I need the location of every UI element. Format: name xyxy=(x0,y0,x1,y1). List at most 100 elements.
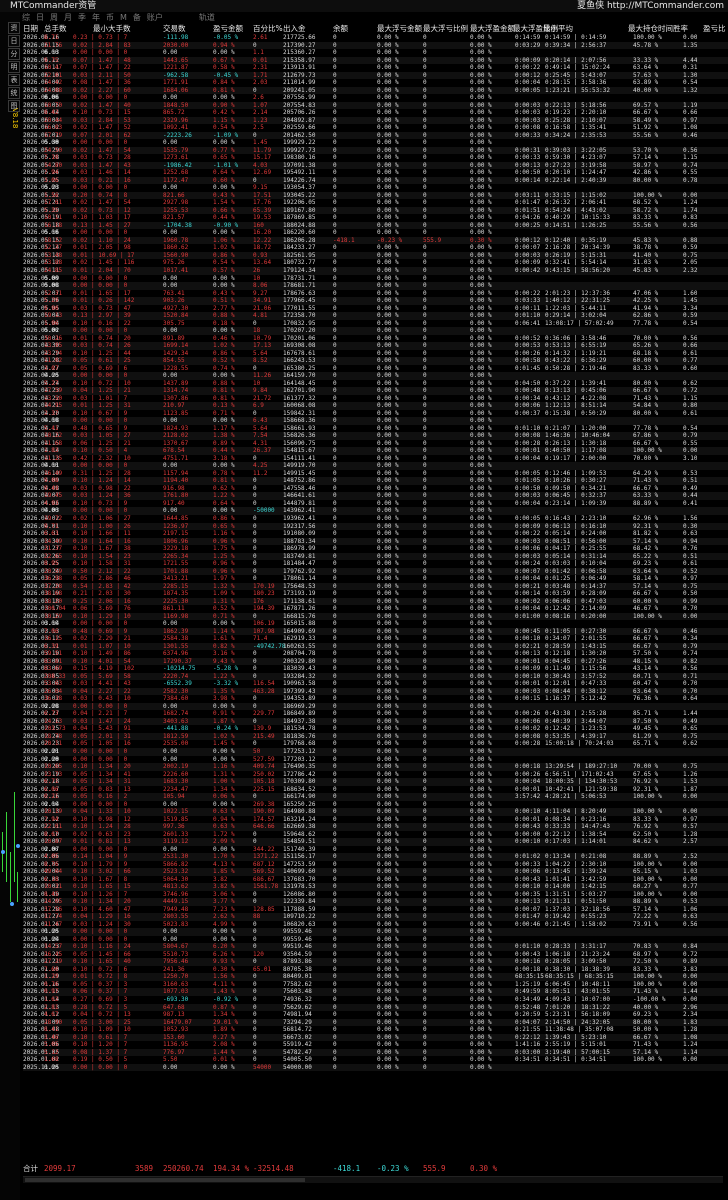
sidebar-button[interactable]: 明 xyxy=(8,61,20,73)
toolbar-item[interactable]: 月 xyxy=(64,13,72,22)
table-row[interactable]: 2026.06.13 0.00 0.00 | 0.00 | 0 0.00 0.00 % 1… xyxy=(23,49,728,57)
table-row[interactable]: 2026.02.16 0.21 0.05 | 0.16 | 2 105.94 0.06 … xyxy=(23,793,728,801)
toolbar-item[interactable]: 综 xyxy=(22,13,30,22)
table-row[interactable]: 2026.05.12 23.88 0.02 | 1.45 | 116 975.26 0.… xyxy=(23,259,728,267)
table-row[interactable]: 2026.06.08 24.08 0.02 | 2.27 | 60 1684.06 0.… xyxy=(23,86,728,95)
table-row[interactable]: 2026.03.11 6.39 0.01 | 1.07 | 10 1301.55 0.8… xyxy=(23,642,728,651)
column-header[interactable]: 最小大手数 xyxy=(93,24,131,34)
table-row[interactable]: 2026.01.16 0.76 0.05 | 0.37 | 3 3160.63 4.11… xyxy=(23,981,728,989)
table-row[interactable]: 2026.02.02 10.31 0.10 | 1.65 | 15 4813.62 3.… xyxy=(23,883,728,891)
column-header[interactable]: 胜率 xyxy=(673,24,688,34)
table-row[interactable]: 2026.03.26 22.65 0.10 | 1.54 | 23 2265.34 1.… xyxy=(23,552,728,561)
table-row[interactable]: 2026.03.17 106.04 0.06 | 3.69 | 76 861.11 0.… xyxy=(23,605,728,613)
table-row[interactable]: 2026.05.30 0.00 0.00 | 0.00 | 0 0.00 0.00 % 1… xyxy=(23,139,728,147)
table-row[interactable]: 2026.05.29 24.50 0.02 | 1.47 | 54 1535.79 0.… xyxy=(23,146,728,155)
table-row[interactable]: 2026.02.12 7.94 0.10 | 0.98 | 12 1519.85 0.9… xyxy=(23,816,728,824)
toolbar-item[interactable]: 周 xyxy=(50,13,58,22)
column-header[interactable]: 最大浮亏比例 xyxy=(423,24,468,34)
table-row[interactable]: 2026.05.11 24.85 0.01 | 2.04 | 70 1017.41 0.… xyxy=(23,266,728,275)
table-row[interactable]: 2026.04.27 3.07 0.05 | 0.69 | 6 1228.55 0.74… xyxy=(23,365,728,373)
table-row[interactable]: 2026.01.22 26.45 0.05 | 1.45 | 66 5510.73 6.… xyxy=(23,951,728,959)
column-header[interactable]: 盈亏金额 xyxy=(213,24,243,34)
table-row[interactable]: 2026.05.05 9.90 0.03 | 0.73 | 47 4927.30 2.7… xyxy=(23,305,728,313)
table-row[interactable]: 2026.05.21 17.61 0.02 | 1.47 | 54 2927.98 1.… xyxy=(23,199,728,207)
table-row[interactable]: 2026.03.31 6.63 0.10 | 1.66 | 11 2197.15 1.1… xyxy=(23,530,728,538)
table-row[interactable]: 2026.02.13 10.19 0.04 | 1.33 | 10 1022.15 0.… xyxy=(23,808,728,816)
table-row[interactable]: 2026.06.06 0.00 0.00 | 0.00 | 0 0.00 0.00 % 2… xyxy=(23,94,728,102)
table-row[interactable]: 2026.02.05 8.76 0.10 | 1.79 | 9 5866.82 4.13… xyxy=(23,861,728,869)
table-row[interactable]: 2026.05.04 1.96 0.10 | 0.16 | 22 305.75 0.18… xyxy=(23,320,728,328)
brand-link[interactable]: 夏鱼侠 http://MTCommander.com xyxy=(577,0,724,12)
table-row[interactable]: 2026.04.30 13.95 0.03 | 0.74 | 26 1699.14 1.… xyxy=(23,342,728,350)
table-row[interactable]: 2026.05.13 13.48 0.01 | 10.69 | 17 1560.90 0… xyxy=(23,251,728,260)
table-row[interactable]: 2026.03.09 83.81 0.10 | 4.01 | 54 17290.37 9… xyxy=(23,657,728,666)
table-row[interactable]: 2026.02.11 22.01 0.10 | 1.24 | 28 997.36 0.6… xyxy=(23,823,728,831)
table-row[interactable]: 2026.04.02 19.72 0.02 | 1.06 | 27 1644.85 0.… xyxy=(23,515,728,523)
table-row[interactable]: 2026.05.28 7.10 0.03 | 0.73 | 28 1273.61 0.6… xyxy=(23,154,728,162)
table-row[interactable]: 2026.04.29 23.74 0.10 | 1.25 | 44 1429.34 0.… xyxy=(23,350,728,358)
table-row[interactable]: 2026.02.21 0.00 0.00 | 0.00 | 0 0.00 0.00 % 5… xyxy=(23,747,728,756)
table-row[interactable]: 2026.01.29 24.05 0.10 | 1.34 | 20 4449.15 3.… xyxy=(23,898,728,906)
table-row[interactable]: 2026.02.09 10.87 0.01 | 0.81 | 13 3119.12 2.… xyxy=(23,838,728,846)
table-row[interactable]: 2026.03.27 21.37 0.10 | 1.67 | 38 3229.18 1.… xyxy=(23,545,728,553)
table-row[interactable]: 2026.04.25 0.00 0.00 | 0.00 | 0 0.00 0.00 % 1… xyxy=(23,372,728,380)
table-row[interactable]: 2026.01.26 21.47 0.03 | 1.24 | 30 5023.83 4.… xyxy=(23,921,728,929)
column-header[interactable]: 日期 xyxy=(23,24,38,34)
table-row[interactable]: 2026.05.02 0.00 0.00 | 0.00 | 0 0.00 0.00 % 1… xyxy=(23,327,728,335)
table-row[interactable]: 2026.05.26 7.94 0.03 | 1.46 | 14 1252.68 0.6… xyxy=(23,169,728,177)
table-row[interactable]: 2026.02.14 0.00 0.00 | 0.00 | 0 0.00 0.00 % 2… xyxy=(23,801,728,809)
table-row[interactable]: 2026.02.10 8.67 0.02 | 0.63 | 23 2601.33 1.7… xyxy=(23,831,728,839)
toolbar-item[interactable]: 轨道 xyxy=(199,13,215,22)
table-row[interactable]: 2026.01.02 1.68 0.19 | 0.50 | 5 5.50 0.01 % 0… xyxy=(23,1056,728,1064)
table-row[interactable]: 2026.04.14 1.83 0.10 | 0.50 | 4 678.54 0.44 … xyxy=(23,447,728,455)
table-row[interactable]: 2026.02.18 6.71 0.05 | 1.34 | 31 1683.30 1.0… xyxy=(23,778,728,786)
table-row[interactable]: 2026.01.19 1.29 0.01 | 0.72 | 8 1250.70 1.56… xyxy=(23,973,728,981)
table-row[interactable]: 2026.05.16 0.00 0.00 | 0.00 | 0 0.00 0.00 % 1… xyxy=(23,229,728,237)
toolbar-item[interactable]: 日 xyxy=(36,13,44,22)
table-row[interactable]: 2026.05.14 32.37 0.01 | 2.05 | 98 1860.62 1.… xyxy=(23,244,728,252)
table-row[interactable]: 2026.03.13 7.06 0.48 | 0.69 | 9 1862.39 1.14… xyxy=(23,627,728,636)
table-row[interactable]: 2026.01.28 37.56 0.10 | 4.60 | 47 7949.48 7.… xyxy=(23,906,728,914)
table-row[interactable]: 2026.05.08 0.00 0.00 | 0.00 | 0 0.00 0.00 % 8… xyxy=(23,282,728,290)
table-row[interactable]: 2026.02.06 4.05 0.14 | 1.04 | 9 2531.30 1.70… xyxy=(23,853,728,861)
table-row[interactable]: 2026.05.18 16.18 0.13 | 1.45 | 27 -1704.38-… xyxy=(23,221,728,230)
table-row[interactable]: 2026.01.14 1.62 0.27 | 0.69 | 3 -693.30 -0.9… xyxy=(23,996,728,1004)
table-row[interactable]: 2026.04.11 0.00 0.00 | 0.00 | 0 0.00 0.00 % 4… xyxy=(23,462,728,470)
table-row[interactable]: 2026.02.28 0.00 0.00 | 0.00 | 0 0.00 0.00 % 0… xyxy=(23,702,728,711)
table-row[interactable]: 2026.03.20 37.28 0.54 | 2.83 | 42 2285.15 1.… xyxy=(23,582,728,591)
table-row[interactable]: 2026.02.19 13.73 0.05 | 1.34 | 41 2226.60 1.… xyxy=(23,771,728,779)
table-row[interactable]: 2026.01.15 0.97 0.06 | 0.37 | 7 1077.03 1.43… xyxy=(23,988,728,996)
table-row[interactable]: 2026.02.25 103.73 0.04 | 5.43 | 91 -441.88-… xyxy=(23,725,728,733)
table-row[interactable]: 2026.06.01 17.79 0.07 | 2.01 | 62 -2223.26-… xyxy=(23,131,728,140)
table-row[interactable]: 2026.01.25 0.00 0.00 | 0.00 | 0 0.00 0.00 % 0… xyxy=(23,928,728,936)
sidebar-button[interactable]: 图 xyxy=(8,100,20,112)
table-row[interactable]: 2026.03.16 10.29 0.10 | 1.29 | 10 1169.98 0.… xyxy=(23,612,728,621)
table-row[interactable]: 2026.04.28 11.02 0.05 | 0.61 | 25 854.55 0.5… xyxy=(23,357,728,365)
table-row[interactable]: 2026.05.23 0.00 0.00 | 0.00 | 0 0.00 0.00 % 9… xyxy=(23,184,728,192)
table-row[interactable]: 2026.06.05 10.70 0.02 | 1.47 | 40 1848.50 0.… xyxy=(23,101,728,110)
table-row[interactable]: 2026.03.12 16.15 0.02 | 2.29 | 21 2584.38 1.… xyxy=(23,635,728,643)
toolbar-item[interactable]: 币 xyxy=(106,13,114,22)
table-row[interactable]: 2026.01.30 8.45 0.10 | 1.26 | 7 3746.96 3.06… xyxy=(23,891,728,899)
toolbar-item[interactable]: 备 xyxy=(133,13,141,22)
table-row[interactable]: 2026.01.05 5.12 0.08 | 1.37 | 7 776.97 1.44 … xyxy=(23,1048,728,1057)
table-row[interactable]: 2026.05.06 5.29 0.01 | 0.26 | 142 903.26 0.5… xyxy=(23,297,728,305)
table-row[interactable]: 2026.03.10 59.51 0.10 | 1.49 | 86 6374.96 3.… xyxy=(23,650,728,658)
table-row[interactable]: 2026.04.07 19.45 0.03 | 1.24 | 36 1761.80 1.… xyxy=(23,492,728,500)
table-row[interactable]: 2026.05.01 30.26 0.01 | 0.74 | 20 891.89 0.4… xyxy=(23,335,728,343)
table-row[interactable]: 2026.06.02 16.03 0.02 | 1.47 | 52 1092.41 0.… xyxy=(23,124,728,132)
table-row[interactable]: 2026.04.17 5.41 0.48 | 0.65 | 9 1824.93 1.17… xyxy=(23,425,728,433)
table-row[interactable]: 2026.04.13 11.25 0.42 | 2.32 | 10 4751.71 3.… xyxy=(23,455,728,463)
column-header[interactable]: 最大浮亏金额 xyxy=(377,24,422,34)
table-row[interactable]: 2026.04.15 11.68 0.06 | 1.25 | 21 1370.67 0.… xyxy=(23,440,728,448)
column-header[interactable]: 交易数 xyxy=(163,24,186,34)
table-row[interactable]: 2026.01.21 27.29 0.10 | 1.65 | 40 7956.46 9.… xyxy=(23,958,728,966)
table-row[interactable]: 2026.04.24 5.27 0.10 | 0.72 | 10 1437.89 0.8… xyxy=(23,380,728,388)
table-row[interactable]: 2026.01.27 17.74 0.04 | 1.29 | 16 2803.55 2.… xyxy=(23,913,728,921)
table-row[interactable]: 2026.01.09 28.90 0.05 | 3.00 | 25 16479.07 2… xyxy=(23,1018,728,1027)
table-row[interactable]: 2026.02.23 20.11 0.05 | 1.05 | 16 2535.00 1.… xyxy=(23,740,728,748)
table-row[interactable]: 2026.02.03 6.18 0.10 | 1.67 | 8 5064.30 3.82… xyxy=(23,876,728,884)
toolbar-item[interactable]: 季 xyxy=(78,13,86,22)
sidebar-button[interactable]: 统 xyxy=(8,87,20,99)
table-row[interactable]: 2026.01.12 4.67 0.04 | 0.72 | 13 987.13 1.34… xyxy=(23,1011,728,1019)
